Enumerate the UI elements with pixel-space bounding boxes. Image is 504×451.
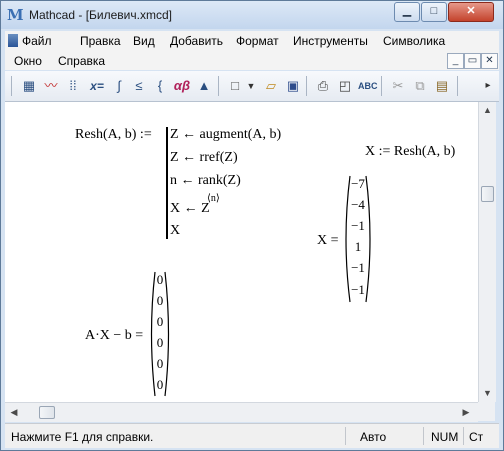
dropdown-icon[interactable]: ▼: [242, 77, 260, 95]
evaluate-icon[interactable]: x=: [86, 77, 108, 95]
vertical-scroll-thumb[interactable]: [481, 186, 494, 202]
scroll-right-icon[interactable]: ▶: [460, 407, 472, 418]
doc-minimize-button[interactable]: _: [447, 53, 464, 69]
worksheet[interactable]: Resh(A, b) := Z ← augment(A, b) Z ← rref…: [5, 102, 478, 402]
overflow-icon[interactable]: ▸: [479, 77, 497, 95]
doc-restore-button[interactable]: ▭: [464, 53, 481, 69]
matrix-cell: −1: [351, 260, 365, 275]
matrix-cell: 0: [156, 314, 164, 329]
x-result-label: X =: [317, 233, 339, 248]
program-line: X: [170, 223, 181, 238]
document-icon[interactable]: [8, 34, 18, 47]
program-line: Z ← rref(Z): [170, 150, 238, 165]
close-icon: ✕: [466, 5, 476, 17]
print-preview-icon[interactable]: ◰: [336, 77, 354, 95]
matrix-cell: −4: [351, 197, 365, 212]
status-mode: Авто: [360, 430, 387, 444]
title-bar: M Mathcad - [Билевич.xmcd] ▁ □ ✕: [1, 1, 503, 29]
close-icon: ✕: [485, 55, 494, 66]
graph-icon[interactable]: 〰: [42, 77, 60, 95]
main-toolbar: ▦ 〰 ⁞⁞ x= ∫ ≤ { αβ ▲ □ ▼ ▱ ▣ ⎙ ◰ ABC ✂ ⧉…: [5, 71, 499, 102]
mathcad-logo-icon: M: [7, 6, 24, 24]
menu-view[interactable]: Вид: [133, 34, 155, 48]
toolbar-separator: [218, 76, 219, 96]
toolbar-separator: [457, 76, 458, 96]
menu-bar: Файл Правка Вид Добавить Формат Инструме…: [5, 31, 499, 51]
matrix-cell: −1: [351, 218, 365, 233]
menu-edit[interactable]: Правка: [80, 34, 121, 48]
status-separator: [463, 427, 464, 445]
maximize-button[interactable]: □: [421, 2, 447, 22]
scroll-down-icon[interactable]: ▼: [479, 388, 496, 398]
matrix-cell: −7: [351, 176, 365, 191]
status-num: NUM: [431, 430, 459, 444]
matrix-cell: 0: [156, 272, 164, 287]
menu-format[interactable]: Формат: [236, 34, 279, 48]
close-button[interactable]: ✕: [448, 2, 494, 22]
print-icon[interactable]: ⎙: [314, 77, 332, 95]
menu-bar-second-row: Окно Справка _ ▭ ✕: [5, 51, 499, 70]
program-bar: [166, 127, 168, 239]
status-bar: Нажмите F1 для справки. Авто NUM Ст: [5, 423, 499, 448]
matrix-cell: −1: [351, 282, 365, 297]
doc-close-button[interactable]: ✕: [481, 53, 498, 69]
x-result-matrix: −7 −4 −1 1 −1 −1: [341, 174, 375, 304]
matrix-cell: 0: [156, 377, 164, 392]
matrix-cell: 0: [156, 356, 164, 371]
superscript-n: ⟨n⟩: [207, 193, 220, 204]
minimize-icon: ▁: [402, 5, 412, 17]
scroll-corner: [478, 402, 495, 421]
program-line: n ← rank(Z): [170, 173, 241, 188]
resh-definition: Resh(A, b) :=: [75, 127, 152, 142]
maximize-icon: □: [430, 5, 438, 17]
menu-file[interactable]: Файл: [22, 34, 52, 48]
save-icon[interactable]: ▣: [284, 77, 302, 95]
x-assignment: X := Resh(A, b): [365, 144, 456, 159]
matrix-cell: 0: [156, 293, 164, 308]
programming-icon[interactable]: {: [151, 77, 169, 95]
horizontal-scrollbar[interactable]: ◀ ▶: [5, 402, 478, 422]
minimize-icon: _: [452, 55, 459, 66]
boolean-icon[interactable]: ≤: [130, 77, 148, 95]
spell-check-icon[interactable]: ABC: [358, 77, 378, 95]
status-separator: [423, 427, 424, 445]
menu-insert[interactable]: Добавить: [170, 34, 223, 48]
symbolic-icon[interactable]: ▲: [195, 77, 213, 95]
calculus-icon[interactable]: ∫: [110, 77, 128, 95]
scroll-up-icon[interactable]: ▲: [479, 105, 496, 115]
open-icon[interactable]: ▱: [262, 77, 280, 95]
program-line: X ← Z: [170, 201, 210, 216]
paste-icon[interactable]: ▤: [433, 77, 451, 95]
calculator-icon[interactable]: ▦: [20, 77, 38, 95]
matrix-cell: 0: [156, 335, 164, 350]
menu-symbolics[interactable]: Символика: [383, 34, 445, 48]
matrix-cell: 1: [354, 239, 362, 254]
minimize-button[interactable]: ▁: [394, 2, 420, 22]
toolbar-separator: [306, 76, 307, 96]
greek-icon[interactable]: αβ: [171, 77, 193, 95]
status-page: Ст: [469, 430, 484, 444]
toolbar-grip: [11, 76, 12, 96]
check-result-matrix: 0 0 0 0 0 0: [148, 270, 172, 398]
menu-tools[interactable]: Инструменты: [293, 34, 368, 48]
scroll-left-icon[interactable]: ◀: [8, 407, 20, 418]
status-help-text: Нажмите F1 для справки.: [11, 430, 154, 444]
horizontal-scroll-thumb[interactable]: [39, 406, 55, 419]
restore-icon: ▭: [467, 55, 478, 66]
window-title: Mathcad - [Билевич.xmcd]: [29, 8, 172, 22]
matrix-icon[interactable]: ⁞⁞: [64, 77, 82, 95]
menu-window[interactable]: Окно: [14, 54, 42, 68]
toolbar-separator: [381, 76, 382, 96]
status-separator: [345, 427, 346, 445]
program-line: Z ← augment(A, b): [170, 127, 282, 142]
cut-icon[interactable]: ✂: [389, 77, 407, 95]
menu-help[interactable]: Справка: [58, 54, 105, 68]
check-label: A·X − b =: [85, 328, 144, 343]
vertical-scrollbar[interactable]: ▲ ▼: [478, 102, 496, 402]
copy-icon[interactable]: ⧉: [411, 77, 429, 95]
mathcad-window: M Mathcad - [Билевич.xmcd] ▁ □ ✕ Файл Пр…: [0, 0, 504, 451]
